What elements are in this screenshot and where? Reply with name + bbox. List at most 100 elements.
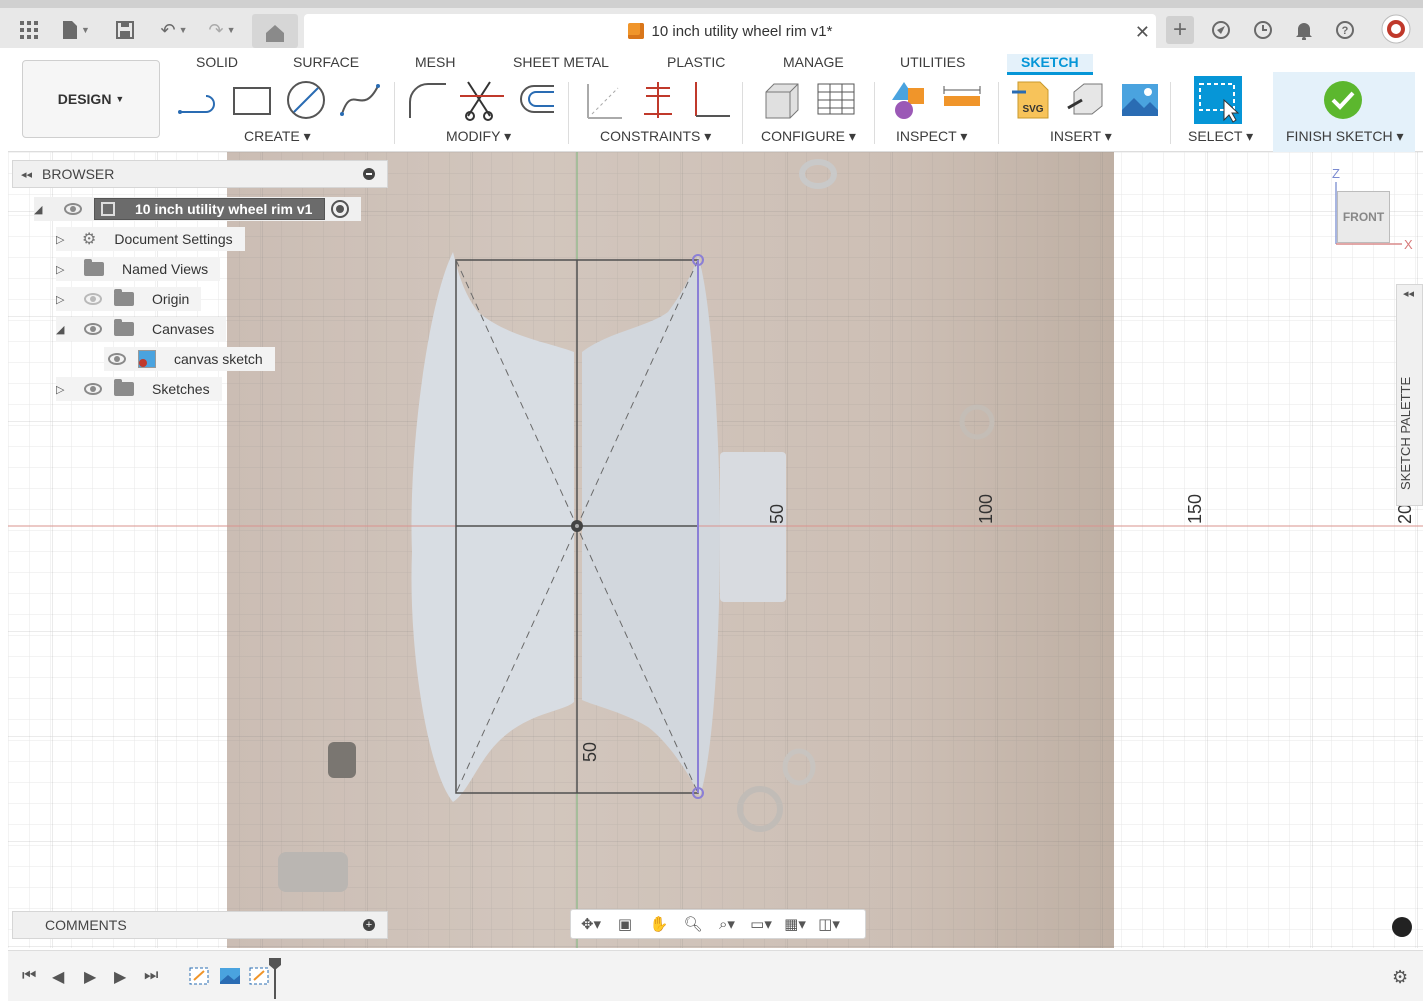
file-icon[interactable]: ▼ (58, 18, 94, 42)
timeline-canvas-icon[interactable] (218, 965, 242, 987)
insert-canvas-icon[interactable] (1118, 78, 1162, 122)
timeline-settings-icon[interactable]: ⚙ (1392, 967, 1408, 988)
trim-tool-icon[interactable] (460, 78, 504, 122)
insert-menu[interactable]: INSERT ▾ (1050, 128, 1112, 145)
comments-header[interactable]: COMMENTS + (12, 911, 388, 939)
coincident-constraint-icon[interactable] (636, 78, 680, 122)
play-icon[interactable]: ▶ (84, 967, 96, 987)
browser-item-named-views[interactable]: ▷ Named Views (56, 257, 221, 281)
create-menu[interactable]: CREATE ▾ (244, 128, 311, 145)
minimize-icon[interactable] (363, 168, 375, 180)
home-button[interactable] (252, 14, 298, 48)
expand-caret-icon[interactable]: ▷ (56, 263, 70, 276)
insert-svg-icon[interactable]: SVG (1010, 78, 1054, 122)
display-settings-icon[interactable]: ▭▾ (747, 914, 775, 934)
undo-icon[interactable]: ↶ ▼ (155, 18, 193, 42)
line-tool-icon[interactable] (176, 78, 220, 122)
browser-item-canvases[interactable]: ◢ Canvases (56, 317, 227, 341)
tab-solid[interactable]: SOLID (196, 54, 238, 70)
tab-plastic[interactable]: PLASTIC (667, 54, 725, 70)
visibility-icon[interactable] (84, 323, 102, 335)
hidden-eye-icon[interactable] (84, 293, 102, 305)
finish-sketch-button[interactable]: FINISH SKETCH ▾ (1273, 72, 1415, 152)
grid-settings-icon[interactable]: ▦▾ (781, 914, 809, 934)
fit-icon[interactable]: ⌕▾ (713, 914, 741, 934)
job-status-icon[interactable] (1252, 18, 1274, 42)
avatar-icon[interactable] (1381, 14, 1411, 44)
visibility-icon[interactable] (84, 383, 102, 395)
collapse-caret-icon[interactable]: ◢ (56, 323, 70, 336)
configure-menu[interactable]: CONFIGURE ▾ (761, 128, 856, 145)
visibility-icon[interactable] (64, 203, 82, 215)
collapse-caret-icon[interactable]: ◢ (34, 203, 48, 216)
zoom-icon[interactable]: 🔍︎ (679, 914, 707, 934)
look-at-icon[interactable]: ▣ (611, 914, 639, 934)
fillet-tool-icon[interactable] (406, 78, 450, 122)
interference-icon[interactable] (886, 78, 930, 122)
document-tab[interactable]: 10 inch utility wheel rim v1* ✕ (304, 14, 1156, 48)
tab-sheet-metal[interactable]: SHEET METAL (513, 54, 609, 70)
browser-item-document-settings[interactable]: ▷ ⚙ Document Settings (56, 227, 245, 251)
select-menu[interactable]: SELECT ▾ (1188, 128, 1253, 145)
tab-mesh[interactable]: MESH (415, 54, 455, 70)
add-comment-icon[interactable]: + (363, 919, 375, 931)
timeline: ⏮ ◀ ▶ ▶ ⏭ ⚙ (8, 950, 1423, 1001)
circle-tool-icon[interactable] (284, 78, 328, 122)
tab-surface[interactable]: SURFACE (293, 54, 359, 70)
timeline-sketch-icon[interactable] (188, 965, 212, 987)
tab-utilities[interactable]: UTILITIES (900, 54, 965, 70)
redo-icon[interactable]: ↷ ▼ (203, 18, 241, 42)
browser-item-canvas-sketch[interactable]: canvas sketch (104, 347, 275, 371)
rectangle-tool-icon[interactable] (230, 78, 274, 122)
close-icon[interactable]: ✕ (1135, 22, 1150, 43)
save-icon[interactable] (114, 18, 136, 42)
next-step-icon[interactable]: ▶ (114, 967, 126, 987)
expand-caret-icon[interactable]: ▷ (56, 233, 70, 246)
expand-icon[interactable]: ◂◂ (1403, 287, 1414, 300)
browser-root[interactable]: ◢ 10 inch utility wheel rim v1 (34, 197, 362, 221)
first-step-icon[interactable]: ⏮ (22, 967, 36, 985)
add-tab-icon[interactable]: + (1166, 16, 1194, 44)
expand-caret-icon[interactable]: ▷ (56, 383, 70, 396)
modify-menu[interactable]: MODIFY ▾ (446, 128, 511, 145)
grid-menu-icon[interactable] (18, 18, 40, 42)
workspace-label: DESIGN (57, 91, 112, 107)
inspect-menu[interactable]: INSPECT ▾ (896, 128, 967, 145)
orbit-icon[interactable]: ✥▾ (577, 914, 605, 934)
view-cube[interactable]: FRONT (1337, 191, 1390, 243)
measure-icon[interactable] (940, 78, 984, 122)
spline-tool-icon[interactable] (338, 78, 382, 122)
browser-item-origin[interactable]: ▷ Origin (56, 287, 202, 311)
configure-table-icon[interactable] (814, 78, 858, 122)
home-icon (266, 25, 284, 42)
select-icon[interactable] (1194, 76, 1242, 124)
perpendicular-constraint-icon[interactable] (690, 78, 734, 122)
offset-tool-icon[interactable] (514, 78, 558, 122)
previous-step-icon[interactable]: ◀ (52, 967, 64, 987)
dimension-label[interactable]: 50 (580, 742, 600, 762)
notifications-icon[interactable] (1293, 18, 1315, 42)
timeline-marker[interactable] (268, 957, 282, 999)
collapse-icon[interactable]: ◂◂ (21, 168, 32, 181)
tab-manage[interactable]: MANAGE (783, 54, 844, 70)
expand-caret-icon[interactable]: ▷ (56, 293, 70, 306)
ruler-label: 20 (1395, 504, 1415, 524)
visibility-icon[interactable] (108, 353, 126, 365)
parameters-icon[interactable] (760, 78, 804, 122)
browser-item-sketches[interactable]: ▷ Sketches (56, 377, 222, 401)
viewports-icon[interactable]: ◫▾ (815, 914, 843, 934)
extensions-icon[interactable] (1210, 18, 1232, 42)
help-icon[interactable]: ? (1334, 18, 1356, 42)
browser-root-label: 10 inch utility wheel rim v1 (135, 201, 313, 217)
dimension-tool-icon[interactable] (582, 78, 626, 122)
last-step-icon[interactable]: ⏭ (144, 967, 158, 985)
divider (568, 82, 569, 144)
pan-icon[interactable]: ✋ (645, 914, 673, 934)
canvas-viewport[interactable]: 50 100 150 20 50 (8, 152, 1423, 948)
tab-sketch[interactable]: SKETCH (1007, 54, 1093, 75)
sketch-overlay: 50 100 150 20 50 (8, 152, 1423, 948)
insert-mesh-icon[interactable] (1064, 78, 1108, 122)
activate-icon[interactable] (331, 200, 350, 218)
workspace-switcher[interactable]: DESIGN ▼ (22, 60, 160, 138)
constraints-menu[interactable]: CONSTRAINTS ▾ (600, 128, 711, 145)
